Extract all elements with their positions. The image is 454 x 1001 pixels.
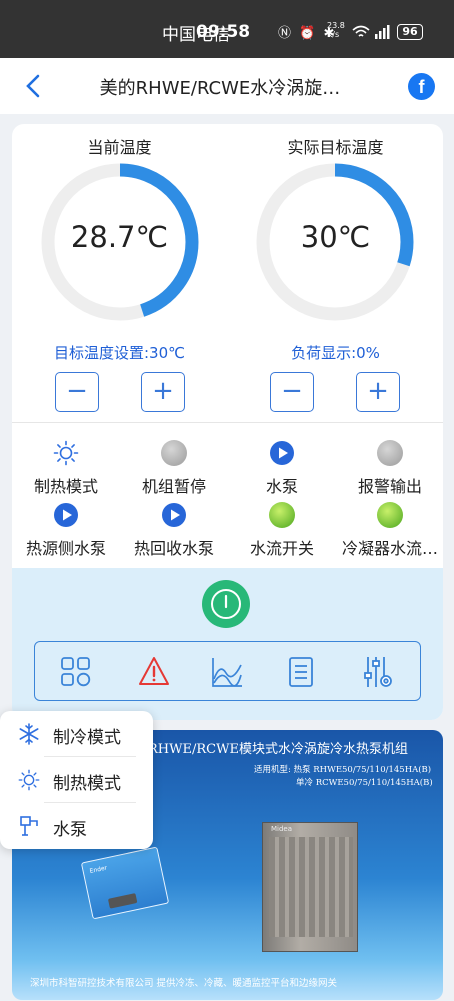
menu-item-label: 制热模式 (53, 774, 121, 794)
nav-bar: 美的RHWE/RCWE水冷涡旋… f (0, 58, 454, 114)
banner-model-line: 单冷 RCWE50/75/110/145HA(B) (296, 778, 433, 788)
target-setting-label: 目标温度设置:30℃ (54, 344, 185, 362)
warning-icon[interactable] (137, 655, 171, 689)
play-icon (270, 441, 294, 465)
grid-icon[interactable] (59, 655, 93, 689)
pump-icon (20, 816, 38, 836)
banner-model-line: 适用机型: 热泵 RHWE50/75/110/145HA(B) (254, 765, 432, 775)
sliders-icon[interactable] (361, 655, 395, 689)
document-icon[interactable] (284, 655, 318, 689)
status-alarm-output: 报警输出 (336, 440, 443, 497)
chiller-unit-image: Midea (262, 822, 358, 952)
gray-dot-icon (377, 440, 403, 466)
status-source-side-pump: 热源侧水泵 (12, 502, 120, 559)
network-speed-unit: K/s (327, 30, 340, 39)
status-water-pump: 水泵 (228, 440, 336, 497)
status-label: 机组暂停 (141, 477, 206, 496)
status-flow-switch: 水流开关 (228, 502, 336, 559)
chart-icon[interactable] (210, 655, 244, 689)
wifi-signal-icon (352, 25, 390, 39)
target-temp-value: 30℃ (300, 220, 371, 254)
current-temp-title: 当前温度 (87, 138, 152, 157)
status-heating-mode: 制热模式 (12, 440, 120, 497)
banner-title: RHWE/RCWE模块式水冷涡旋冷水热泵机组 (148, 742, 408, 757)
page-title: 美的RHWE/RCWE水冷涡旋… (99, 78, 341, 99)
clock: 09:58 (196, 22, 251, 42)
sun-icon (53, 440, 79, 466)
status-label: 报警输出 (357, 477, 422, 496)
alarm-icon: ⏰ (299, 26, 318, 41)
menu-item-label: 水泵 (53, 820, 87, 840)
load-increase-button[interactable]: + (356, 372, 400, 412)
target-decrease-button[interactable]: − (55, 372, 99, 412)
snowflake-icon (19, 723, 39, 745)
load-decrease-button[interactable]: − (270, 372, 314, 412)
status-heat-recovery-pump: 热回收水泵 (120, 502, 228, 559)
status-label: 冷凝器水流… (341, 539, 438, 558)
toolbar (34, 641, 421, 701)
divider (12, 422, 443, 423)
unit-brand: Midea (271, 825, 293, 833)
banner-footer: 深圳市科智研控技术有限公司 提供冷冻、冷藏、暖通监控平台和边缘网关 (30, 978, 338, 989)
back-arrow-icon[interactable] (22, 72, 46, 100)
target-increase-button[interactable]: + (141, 372, 185, 412)
status-label: 制热模式 (33, 477, 98, 496)
status-unit-pause: 机组暂停 (120, 440, 228, 497)
sun-icon (18, 769, 40, 791)
mode-popup-menu: 制冷模式 制热模式 水泵 (0, 711, 153, 849)
status-label: 水流开关 (249, 539, 314, 558)
menu-item-water-pump[interactable]: 水泵 (0, 803, 153, 848)
device-brand: Ender (89, 864, 108, 875)
play-icon (54, 503, 78, 527)
menu-item-cooling-mode[interactable]: 制冷模式 (0, 711, 153, 756)
green-dot-icon (377, 502, 403, 528)
status-condenser-flow: 冷凝器水流… (336, 502, 443, 559)
device-port (107, 893, 138, 909)
battery-indicator: 96 (397, 24, 423, 40)
green-dot-icon (269, 502, 295, 528)
control-card: 当前温度 28.7℃ 实际目标温度 30℃ 目标温度设置:30℃ 负荷显示:0%… (12, 124, 443, 720)
menu-item-heating-mode[interactable]: 制热模式 (0, 757, 153, 802)
status-label: 热回收水泵 (133, 539, 214, 558)
nfc-icon: Ⓝ (278, 26, 294, 41)
play-icon (162, 503, 186, 527)
control-panel (12, 568, 443, 720)
menu-item-label: 制冷模式 (53, 728, 121, 748)
network-speed-value: 23.8 (327, 21, 345, 30)
target-temp-title: 实际目标温度 (287, 138, 384, 157)
current-temp-value: 28.7℃ (70, 220, 169, 254)
network-speed: 23.8 K/s (327, 21, 345, 39)
status-bar: 中国电信 09:58 Ⓝ ⏰ ✱ 23.8 K/s 96 (0, 0, 454, 58)
load-display-label: 负荷显示:0% (291, 344, 380, 362)
gateway-device-image: Ender (80, 846, 170, 920)
status-label: 热源侧水泵 (25, 539, 106, 558)
facebook-icon[interactable]: f (408, 73, 435, 100)
unit-grille (269, 837, 353, 937)
status-label: 水泵 (265, 477, 298, 496)
banner-models: 适用机型: 热泵 RHWE50/75/110/145HA(B) 单冷 RCWE5… (254, 764, 433, 790)
power-icon (211, 589, 241, 619)
gray-dot-icon (161, 440, 187, 466)
power-button[interactable] (202, 580, 250, 628)
